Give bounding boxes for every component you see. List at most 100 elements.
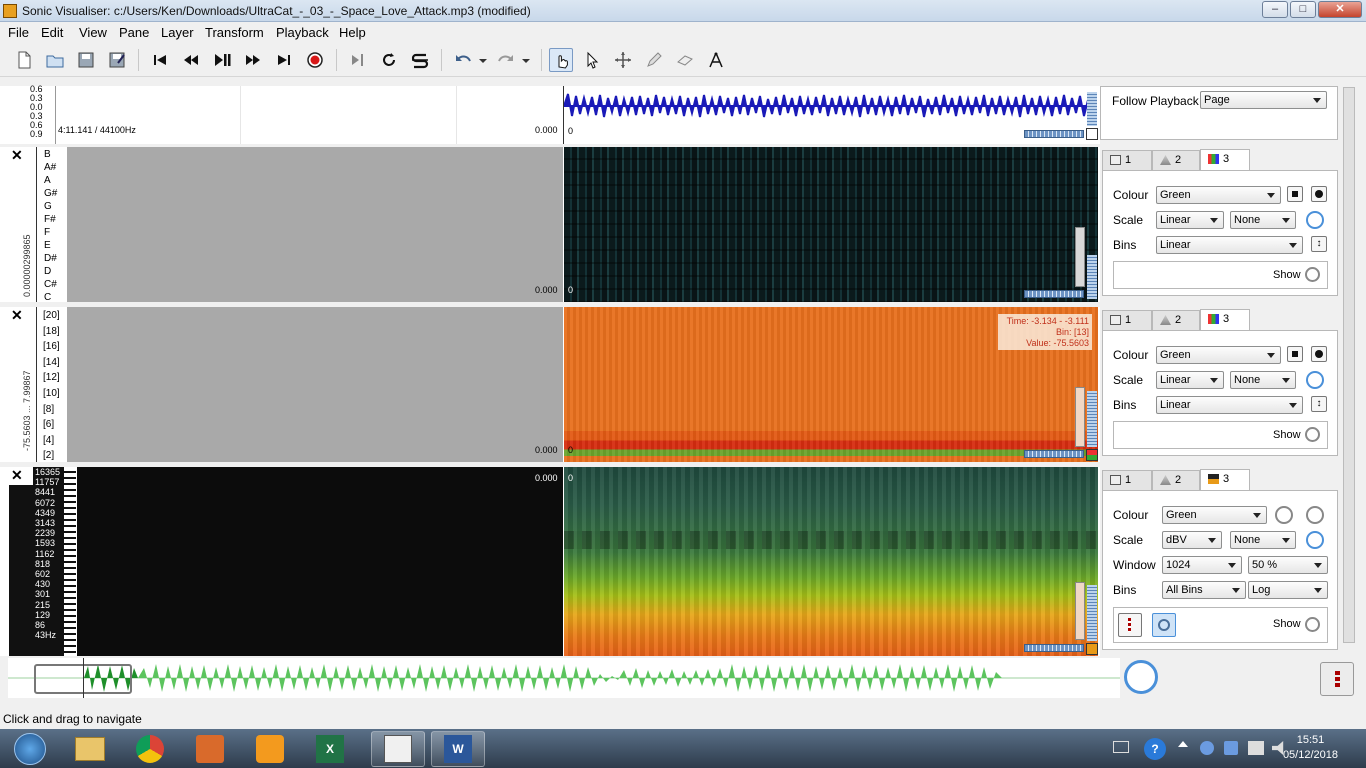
word-taskbar[interactable]: W xyxy=(431,731,485,767)
new-file-icon[interactable] xyxy=(12,48,36,72)
record-icon[interactable] xyxy=(303,48,327,72)
fast-forward-icon[interactable] xyxy=(241,48,265,72)
vertical-zoom-slider[interactable] xyxy=(1075,582,1085,640)
menu-transform[interactable]: Transform xyxy=(205,25,264,40)
gain-dial-icon[interactable] xyxy=(1306,531,1324,549)
window-overlap-select[interactable]: 50 % xyxy=(1248,556,1328,574)
play-selection-icon[interactable] xyxy=(346,48,370,72)
tab-3[interactable]: 3 xyxy=(1200,309,1250,330)
media-player-taskbar[interactable] xyxy=(243,731,297,767)
zoom-meter[interactable] xyxy=(1024,644,1084,652)
zoom-meter[interactable] xyxy=(1024,450,1084,458)
play-pitch-toggle[interactable] xyxy=(1152,613,1176,637)
redo-dropdown-icon[interactable] xyxy=(519,48,533,72)
start-button[interactable] xyxy=(2,731,58,767)
network-tray-icon[interactable] xyxy=(1200,741,1214,755)
bins-pane[interactable]: ✕ -75.5603 ... 7.99867 [20] [18] [16] [1… xyxy=(0,307,1100,462)
vertical-meter[interactable] xyxy=(1087,92,1097,126)
file-explorer-taskbar[interactable] xyxy=(63,731,117,767)
help-tray-icon[interactable]: ? xyxy=(1144,738,1166,760)
bins-select[interactable]: Linear xyxy=(1156,236,1303,254)
colour-rotation-dial-icon[interactable] xyxy=(1275,506,1293,524)
excel-taskbar[interactable]: X xyxy=(303,731,357,767)
invert-toggle-icon[interactable] xyxy=(1287,186,1303,202)
clock[interactable]: 15:51 05/12/2018 xyxy=(1283,733,1338,763)
zoom-meter[interactable] xyxy=(1024,290,1084,298)
security-tray-icon[interactable] xyxy=(1224,741,1238,755)
play-pause-icon[interactable] xyxy=(210,48,234,72)
menu-file[interactable]: File xyxy=(8,25,29,40)
show-layer-toggle[interactable] xyxy=(1305,267,1320,282)
close-pane-icon[interactable]: ✕ xyxy=(11,307,23,324)
menu-edit[interactable]: Edit xyxy=(41,25,63,40)
waveform-pane[interactable]: 0.6 0.3 0.0 0.3 0.6 0.9 4:11.141 / 44100… xyxy=(0,84,1100,144)
spectrogram-pane[interactable]: ✕ 16365 11757 8441 6072 4349 3143 2239 1593 1162… xyxy=(0,467,1100,656)
erase-tool-icon[interactable] xyxy=(673,48,697,72)
vertical-zoom-slider[interactable] xyxy=(1075,227,1085,287)
tab-2[interactable]: 2 xyxy=(1152,310,1200,330)
bins-select[interactable]: All Bins xyxy=(1162,581,1246,599)
close-button[interactable]: ✕ xyxy=(1318,1,1362,18)
measure-tool-icon[interactable] xyxy=(704,48,728,72)
show-layer-toggle[interactable] xyxy=(1305,427,1320,442)
vertical-zoom-slider[interactable] xyxy=(1075,387,1085,447)
navigate-tool-icon[interactable] xyxy=(549,48,573,72)
zoom-meter[interactable] xyxy=(1024,130,1084,138)
sonic-visualiser-taskbar[interactable] xyxy=(371,731,425,767)
minimize-button[interactable]: – xyxy=(1262,1,1288,18)
scale-select[interactable]: dBV xyxy=(1162,531,1222,549)
loop-icon[interactable] xyxy=(377,48,401,72)
save-icon[interactable] xyxy=(74,48,98,72)
overview-waveform[interactable] xyxy=(8,658,1120,698)
menu-pane[interactable]: Pane xyxy=(119,25,149,40)
menu-layer[interactable]: Layer xyxy=(161,25,194,40)
undo-icon[interactable] xyxy=(451,48,475,72)
menu-help[interactable]: Help xyxy=(339,25,366,40)
rewind-start-icon[interactable] xyxy=(148,48,172,72)
follow-playback-select[interactable]: Page xyxy=(1200,91,1327,109)
close-pane-icon[interactable]: ✕ xyxy=(11,147,23,164)
undo-dropdown-icon[interactable] xyxy=(476,48,490,72)
move-tool-icon[interactable] xyxy=(611,48,635,72)
tab-1[interactable]: 1 xyxy=(1102,470,1152,490)
tab-2[interactable]: 2 xyxy=(1152,470,1200,490)
vertical-meter[interactable] xyxy=(1087,391,1097,447)
tab-3[interactable]: 3 xyxy=(1200,149,1250,170)
vertical-meter[interactable] xyxy=(1087,255,1097,299)
vertical-meter[interactable] xyxy=(1087,585,1097,641)
show-hidden-icons-icon[interactable] xyxy=(1178,741,1188,747)
scale-select[interactable]: Linear xyxy=(1156,371,1224,389)
menu-playback[interactable]: Playback xyxy=(276,25,329,40)
colour-select[interactable]: Green xyxy=(1162,506,1267,524)
scale-select[interactable]: Linear xyxy=(1156,211,1224,229)
vertical-zoom-icon[interactable]: ↕ xyxy=(1311,236,1327,252)
tab-1[interactable]: 1 xyxy=(1102,310,1152,330)
redo-icon[interactable] xyxy=(494,48,518,72)
save-as-icon[interactable] xyxy=(105,48,129,72)
normalize-select[interactable]: None xyxy=(1230,371,1296,389)
solo-icon[interactable] xyxy=(408,48,432,72)
control-panel-taskbar[interactable] xyxy=(183,731,237,767)
normalize-select[interactable]: None xyxy=(1230,211,1296,229)
chrome-taskbar[interactable] xyxy=(123,731,177,767)
tab-3[interactable]: 3 xyxy=(1200,469,1250,490)
playback-speed-dial-icon[interactable] xyxy=(1124,660,1158,694)
peak-frequencies-toggle[interactable] xyxy=(1118,613,1142,637)
normalize-select[interactable]: None xyxy=(1230,531,1296,549)
invert-toggle-icon[interactable] xyxy=(1287,346,1303,362)
opacity-toggle-icon[interactable] xyxy=(1311,186,1327,202)
menu-view[interactable]: View xyxy=(79,25,107,40)
colour-select[interactable]: Green xyxy=(1156,346,1281,364)
open-folder-icon[interactable] xyxy=(43,48,67,72)
threshold-dial-icon[interactable] xyxy=(1306,506,1324,524)
tab-2[interactable]: 2 xyxy=(1152,150,1200,170)
display-tray-icon[interactable] xyxy=(1248,741,1264,755)
keyboard-tray-icon[interactable] xyxy=(1113,741,1129,753)
maximize-button[interactable]: □ xyxy=(1290,1,1316,18)
gain-dial-icon[interactable] xyxy=(1306,211,1324,229)
opacity-toggle-icon[interactable] xyxy=(1311,346,1327,362)
chroma-pane[interactable]: ✕ 0.00000299865 B A# A G# G F# F E D# D … xyxy=(0,147,1100,303)
select-tool-icon[interactable] xyxy=(580,48,604,72)
skip-end-icon[interactable] xyxy=(272,48,296,72)
bins-scale-select[interactable]: Log xyxy=(1248,581,1328,599)
